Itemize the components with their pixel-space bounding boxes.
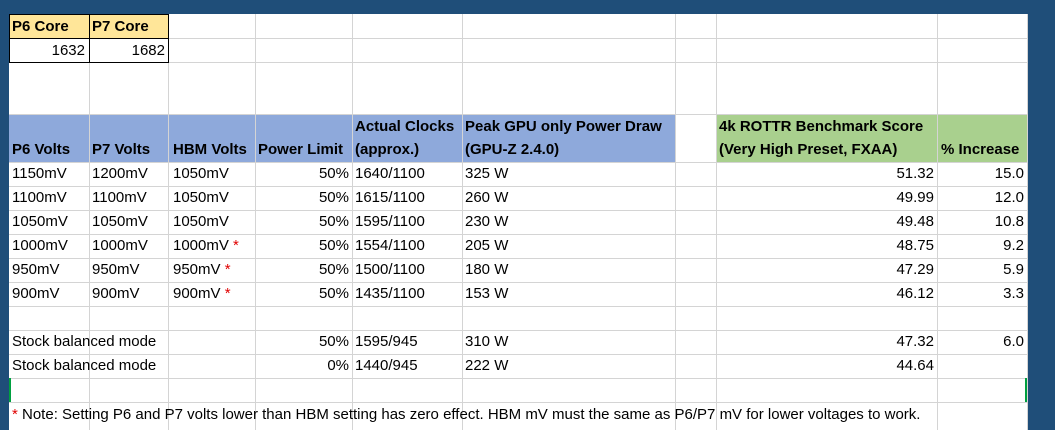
power-limit-cell[interactable]: 50%	[256, 162, 349, 186]
p7-volts-cell[interactable]: 1100mV	[92, 186, 147, 210]
selection-right-edge	[1025, 378, 1027, 402]
header-increase[interactable]: % Increase	[941, 138, 1019, 162]
p6-volts-cell[interactable]: 1100mV	[12, 186, 67, 210]
clocks-cell[interactable]: 1640/1100	[355, 162, 425, 186]
power-draw-cell[interactable]: 205 W	[465, 234, 508, 258]
increase-cell[interactable]: 5.9	[938, 258, 1024, 282]
p6-volts-cell[interactable]: 1000mV	[12, 234, 68, 258]
power-limit-cell[interactable]: 0%	[256, 354, 349, 378]
increase-cell[interactable]: 6.0	[938, 330, 1024, 354]
p7-volts-cell[interactable]: 950mV	[92, 258, 140, 282]
p7-core-value[interactable]: 1682	[90, 39, 165, 63]
increase-cell[interactable]: 3.3	[938, 282, 1024, 306]
score-cell[interactable]: 44.64	[717, 354, 934, 378]
p6-volts-cell[interactable]: 900mV	[12, 282, 60, 306]
power-draw-cell[interactable]: 153 W	[465, 282, 508, 306]
increase-cell[interactable]: 10.8	[938, 210, 1024, 234]
score-cell[interactable]: 47.32	[717, 330, 934, 354]
power-draw-cell[interactable]: 325 W	[465, 162, 508, 186]
power-limit-cell[interactable]: 50%	[256, 330, 349, 354]
score-cell[interactable]: 47.29	[717, 258, 934, 282]
power-limit-cell[interactable]: 50%	[256, 210, 349, 234]
increase-cell[interactable]: 9.2	[938, 234, 1024, 258]
header-score-line1[interactable]: 4k ROTTR Benchmark Score	[719, 115, 923, 139]
clocks-cell[interactable]: 1595/945	[355, 330, 418, 354]
hbm-volts-cell[interactable]: 1050mV	[173, 162, 229, 186]
header-power-draw-line1[interactable]: Peak GPU only Power Draw	[465, 115, 662, 139]
p6-core-header[interactable]: P6 Core	[12, 15, 69, 39]
clocks-cell[interactable]: 1595/1100	[355, 210, 425, 234]
header-hbm-volts[interactable]: HBM Volts	[173, 138, 247, 162]
p7-volts-cell[interactable]: 1000mV	[92, 234, 148, 258]
spreadsheet: P6 Core P7 Core 1632 1682 P6 Volts P7 Vo…	[9, 14, 1028, 430]
header-power-limit[interactable]: Power Limit	[258, 138, 343, 162]
header-p7-volts[interactable]: P7 Volts	[92, 138, 150, 162]
selection-left-edge	[9, 378, 11, 402]
header-power-draw-line2[interactable]: (GPU-Z 2.4.0)	[465, 138, 559, 162]
clocks-cell[interactable]: 1435/1100	[355, 282, 425, 306]
clocks-cell[interactable]: 1440/945	[355, 354, 418, 378]
score-cell[interactable]: 49.99	[717, 186, 934, 210]
header-score-line2[interactable]: (Very High Preset, FXAA)	[719, 138, 897, 162]
power-draw-cell[interactable]: 180 W	[465, 258, 508, 282]
score-cell[interactable]: 48.75	[717, 234, 934, 258]
p6-volts-cell[interactable]: 950mV	[12, 258, 60, 282]
increase-cell[interactable]	[938, 354, 1024, 378]
p7-core-header[interactable]: P7 Core	[92, 15, 149, 39]
stock-label-cell[interactable]: Stock balanced mode	[12, 330, 156, 354]
clocks-cell[interactable]: 1615/1100	[355, 186, 425, 210]
power-draw-cell[interactable]: 260 W	[465, 186, 508, 210]
score-cell[interactable]: 49.48	[717, 210, 934, 234]
hbm-volts-cell[interactable]: 950mV *	[173, 258, 231, 282]
clocks-cell[interactable]: 1500/1100	[355, 258, 425, 282]
p7-volts-cell[interactable]: 900mV	[92, 282, 140, 306]
power-limit-cell[interactable]: 50%	[256, 234, 349, 258]
increase-cell[interactable]: 12.0	[938, 186, 1024, 210]
p6-volts-cell[interactable]: 1150mV	[12, 162, 67, 186]
p7-volts-cell[interactable]: 1200mV	[92, 162, 148, 186]
p6-core-value[interactable]: 1632	[9, 39, 85, 63]
p6-volts-cell[interactable]: 1050mV	[12, 210, 68, 234]
hbm-volts-cell[interactable]: 900mV *	[173, 282, 231, 306]
power-draw-cell[interactable]: 222 W	[465, 354, 508, 378]
score-cell[interactable]: 51.32	[717, 162, 934, 186]
hbm-volts-cell[interactable]: 1000mV *	[173, 234, 239, 258]
asterisk-mark: *	[224, 261, 231, 278]
hbm-volts-cell[interactable]: 1050mV	[173, 186, 229, 210]
power-draw-cell[interactable]: 310 W	[465, 330, 508, 354]
score-cell[interactable]: 46.12	[717, 282, 934, 306]
power-limit-cell[interactable]: 50%	[256, 282, 349, 306]
asterisk-mark: *	[233, 237, 239, 254]
header-clocks-line2[interactable]: (approx.)	[355, 138, 419, 162]
power-limit-cell[interactable]: 50%	[256, 186, 349, 210]
footnote[interactable]: * Note: Setting P6 and P7 volts lower th…	[12, 403, 920, 427]
clocks-cell[interactable]: 1554/1100	[355, 234, 425, 258]
hbm-volts-cell[interactable]: 1050mV	[173, 210, 229, 234]
header-p6-volts[interactable]: P6 Volts	[12, 138, 70, 162]
header-clocks-line1[interactable]: Actual Clocks	[355, 115, 454, 139]
p7-volts-cell[interactable]: 1050mV	[92, 210, 148, 234]
stock-label-cell[interactable]: Stock balanced mode	[12, 354, 156, 378]
power-draw-cell[interactable]: 230 W	[465, 210, 508, 234]
power-limit-cell[interactable]: 50%	[256, 258, 349, 282]
increase-cell[interactable]: 15.0	[938, 162, 1024, 186]
asterisk-mark: *	[224, 285, 231, 302]
